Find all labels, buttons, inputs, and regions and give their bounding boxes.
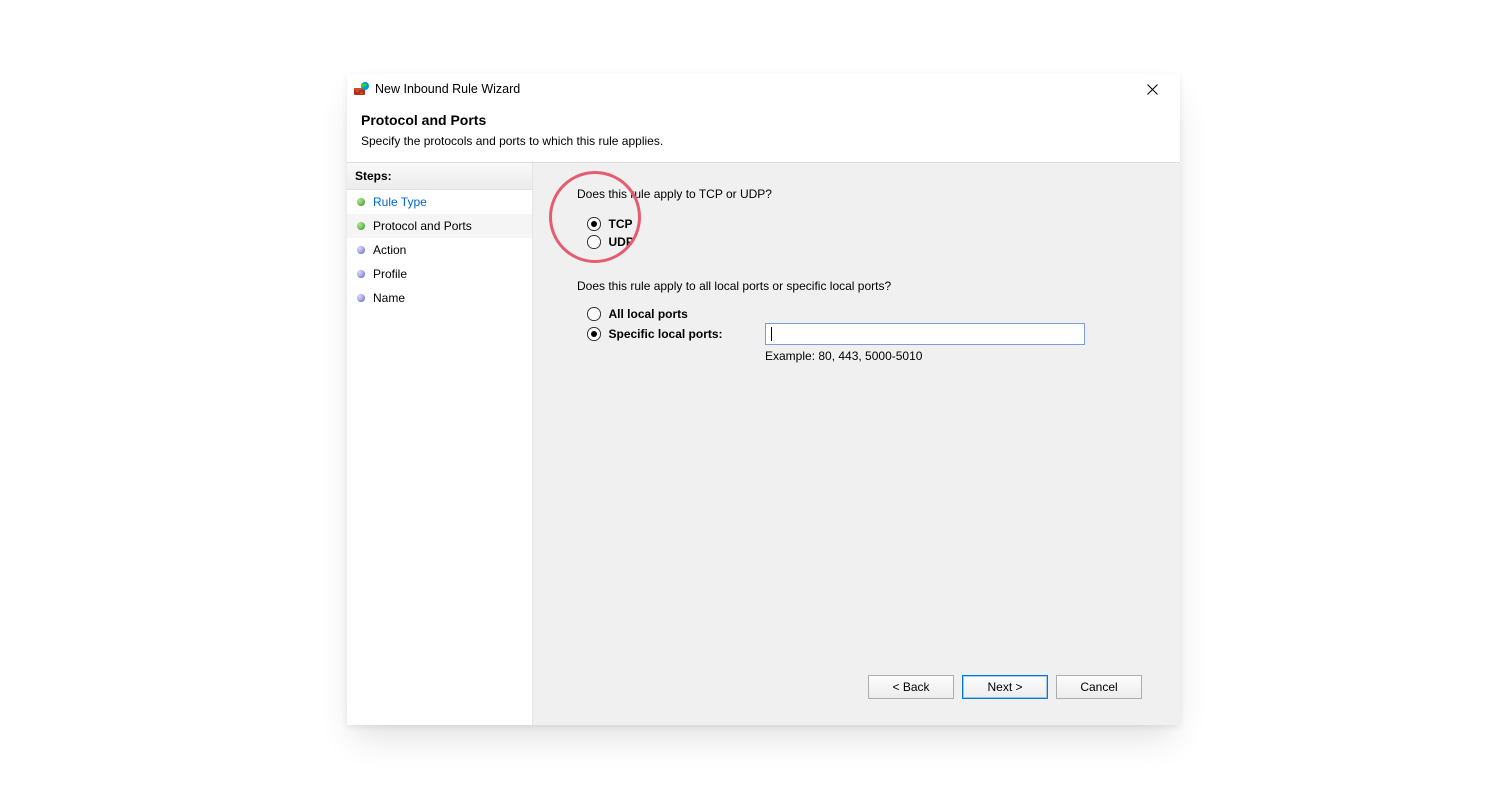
radio-label: Specific local ports: [609,327,723,341]
step-name[interactable]: Name [347,286,532,310]
protocol-prompt: Does this rule apply to TCP or UDP? [577,187,1152,201]
wizard-footer: < Back Next > Cancel [577,665,1152,713]
steps-sidebar: Steps: Rule Type Protocol and Ports Acti… [347,163,533,725]
step-action[interactable]: Action [347,238,532,262]
step-protocol-and-ports[interactable]: Protocol and Ports [347,214,532,238]
step-label: Name [373,291,405,305]
step-rule-type[interactable]: Rule Type [347,190,532,214]
radio-label: TCP [609,217,633,231]
radio-icon [587,327,601,341]
close-button[interactable] [1132,75,1172,103]
firewall-icon [353,81,369,97]
text-caret [771,327,772,341]
page-title: Protocol and Ports [361,112,1166,128]
radio-udp[interactable]: UDP [587,233,1152,251]
step-bullet-icon [357,222,365,230]
dialog-body: Steps: Rule Type Protocol and Ports Acti… [347,163,1180,725]
radio-specific-local-ports[interactable]: Specific local ports: [587,327,757,341]
step-profile[interactable]: Profile [347,262,532,286]
close-icon [1147,84,1158,95]
page-subtitle: Specify the protocols and ports to which… [361,134,1166,148]
window-title: New Inbound Rule Wizard [375,82,1132,96]
step-bullet-icon [357,198,365,206]
radio-label: UDP [609,235,634,249]
next-button[interactable]: Next > [962,675,1048,699]
step-bullet-icon [357,270,365,278]
back-button[interactable]: < Back [868,675,954,699]
radio-icon [587,217,601,231]
step-label: Rule Type [373,195,427,209]
radio-icon [587,307,601,321]
radio-all-local-ports[interactable]: All local ports [587,307,757,321]
ports-example-text: Example: 80, 443, 5000-5010 [765,349,1152,363]
radio-tcp[interactable]: TCP [587,215,1152,233]
ports-prompt: Does this rule apply to all local ports … [577,279,1152,293]
wizard-dialog: New Inbound Rule Wizard Protocol and Por… [347,74,1180,725]
steps-header: Steps: [347,163,532,190]
step-label: Action [373,243,406,257]
specific-ports-input[interactable] [765,323,1085,345]
radio-label: All local ports [609,307,688,321]
step-bullet-icon [357,246,365,254]
cancel-button[interactable]: Cancel [1056,675,1142,699]
titlebar: New Inbound Rule Wizard [347,74,1180,104]
main-panel: Does this rule apply to TCP or UDP? TCP … [533,163,1180,725]
header-banner: Protocol and Ports Specify the protocols… [347,104,1180,163]
protocol-radio-group: TCP UDP [587,215,1152,251]
step-bullet-icon [357,294,365,302]
radio-icon [587,235,601,249]
radio-specific-local-ports-row: Specific local ports: Example: 80, 443, … [587,323,1152,363]
radio-all-local-ports-row: All local ports [587,307,1152,321]
step-label: Profile [373,267,407,281]
step-label: Protocol and Ports [373,219,472,233]
